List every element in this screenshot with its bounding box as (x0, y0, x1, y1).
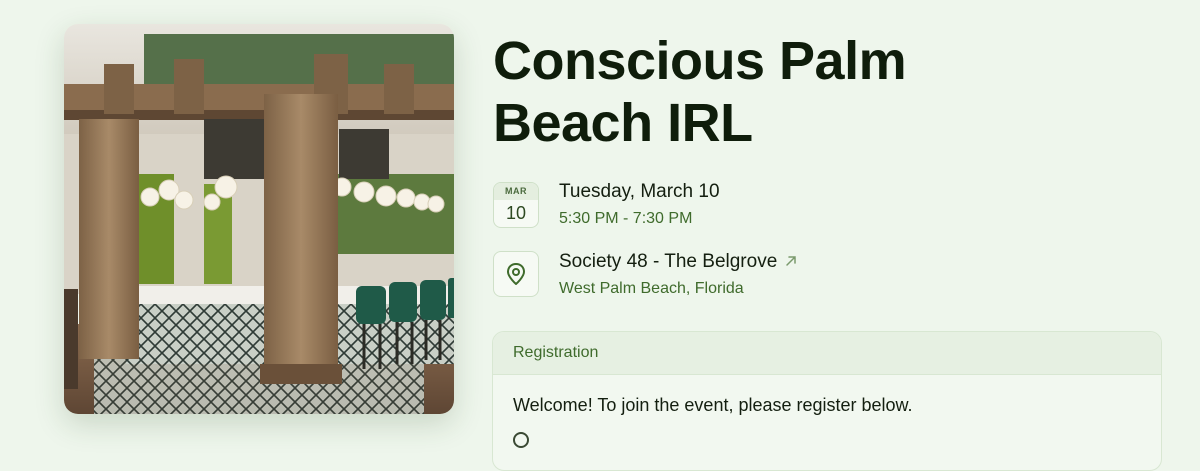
registration-message: Welcome! To join the event, please regis… (513, 395, 913, 415)
event-title: Conscious Palm Beach IRL (493, 30, 1133, 154)
calendar-month: MAR (494, 183, 538, 200)
arrow-up-right-icon (785, 251, 797, 273)
event-date: Tuesday, March 10 (559, 181, 720, 202)
event-title-line2: Beach IRL (493, 93, 753, 153)
calendar-icon: MAR 10 (493, 182, 539, 228)
registration-card: Registration Welcome! To join the event,… (492, 331, 1162, 471)
map-pin-icon (493, 251, 539, 297)
cover-illustration (64, 24, 454, 414)
venue-city: West Palm Beach, Florida (559, 280, 744, 297)
cover-image (64, 24, 454, 414)
event-time: 5:30 PM - 7:30 PM (559, 210, 693, 227)
event-title-line1: Conscious Palm (493, 31, 907, 91)
venue-name: Society 48 - The Belgrove (559, 251, 778, 272)
calendar-day: 10 (505, 203, 527, 223)
map-pin-icon-glyph (507, 263, 525, 285)
registration-header: Registration (493, 332, 1161, 375)
user-icon (513, 432, 529, 448)
venue-link[interactable]: Society 48 - The Belgrove (559, 251, 797, 273)
